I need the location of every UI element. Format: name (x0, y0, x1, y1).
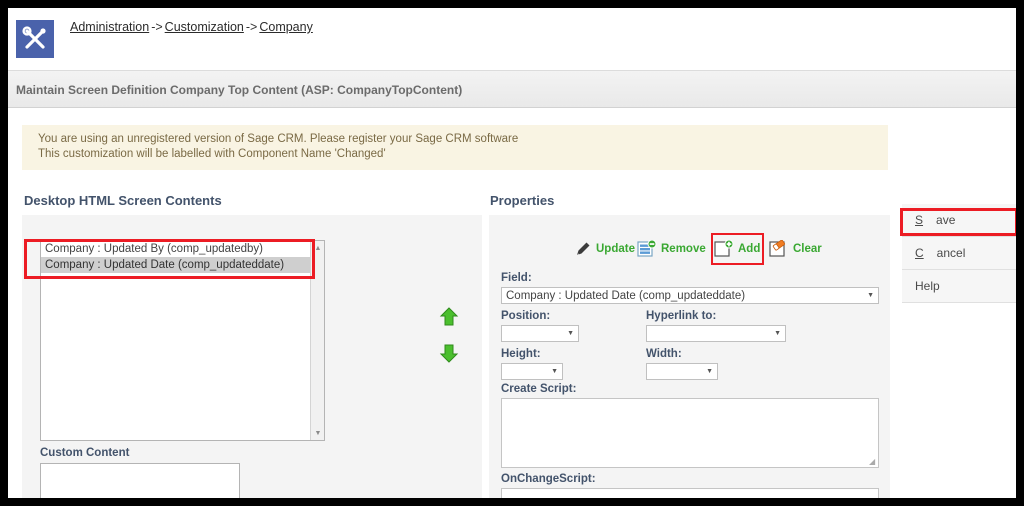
help-label: Help (915, 279, 940, 293)
warning-banner: You are using an unregistered version of… (22, 125, 888, 170)
page-header: Administration -> Customization -> Company (8, 8, 1016, 70)
cancel-label: Cancel (915, 246, 966, 260)
chevron-down-icon: ▼ (774, 330, 781, 337)
field-select-value: Company : Updated Date (comp_updateddate… (506, 289, 746, 302)
onchange-script-textarea[interactable] (501, 488, 879, 498)
field-label: Field: (501, 272, 532, 284)
height-label: Height: (501, 348, 541, 360)
scroll-up-icon[interactable]: ▲ (311, 241, 324, 255)
warning-line-2: This customization will be labelled with… (38, 148, 386, 160)
help-button[interactable]: Help (902, 270, 1016, 303)
add-button[interactable]: Add (714, 236, 760, 262)
custom-content-label: Custom Content (40, 447, 130, 459)
breadcrumb-separator-2: -> (245, 20, 258, 34)
app-window: Administration -> Customization -> Company M… (8, 8, 1016, 498)
update-button[interactable]: Update (574, 236, 635, 262)
properties-toolbar: Update Remove Add Clear (489, 233, 890, 267)
breadcrumb: Administration -> Customization -> Company (70, 20, 313, 34)
warning-line-1: You are using an unregistered version of… (38, 133, 519, 145)
screen-title: Maintain Screen Definition Company Top C… (16, 83, 463, 97)
chevron-down-icon: ▼ (706, 368, 713, 375)
height-select[interactable]: ▼ (501, 363, 563, 380)
resize-grip-icon[interactable]: ◢ (869, 458, 877, 466)
cancel-button[interactable]: Cancel (902, 237, 1016, 270)
width-select[interactable]: ▼ (646, 363, 718, 380)
remove-button[interactable]: Remove (637, 236, 706, 262)
arrow-down-icon[interactable] (438, 342, 460, 364)
eraser-icon (769, 240, 786, 257)
hyperlink-label: Hyperlink to: (646, 310, 717, 322)
clear-label: Clear (793, 243, 822, 255)
chevron-down-icon: ▼ (551, 368, 558, 375)
onchange-script-label: OnChangeScript: (501, 473, 596, 485)
hyperlink-select[interactable]: ▼ (646, 325, 786, 342)
add-label: Add (738, 243, 761, 255)
scroll-down-icon[interactable]: ▼ (311, 426, 324, 440)
update-label: Update (596, 243, 635, 255)
create-script-label: Create Script: (501, 383, 577, 395)
arrow-up-icon[interactable] (438, 306, 460, 328)
action-sidebar: Save Cancel Help (902, 204, 1016, 303)
pencil-icon (577, 242, 590, 255)
breadcrumb-separator-1: -> (151, 20, 163, 34)
field-select[interactable]: Company : Updated Date (comp_updateddate… (501, 287, 879, 304)
position-select[interactable]: ▼ (501, 325, 579, 342)
width-label: Width: (646, 348, 682, 360)
list-item[interactable]: Company : Updated Date (comp_updateddate… (41, 257, 324, 273)
chevron-down-icon: ▼ (867, 292, 874, 299)
clear-button[interactable]: Clear (769, 236, 822, 262)
properties-panel: Update Remove Add Clear Field: Company:… (489, 215, 890, 498)
breadcrumb-item-company[interactable]: Company (259, 20, 313, 34)
breadcrumb-item-customization[interactable]: Customization (165, 20, 244, 34)
remove-label: Remove (661, 243, 706, 255)
position-label: Position: (501, 310, 551, 322)
screen-contents-panel: Company : Updated By (comp_updatedby) Co… (22, 215, 482, 498)
create-script-textarea[interactable]: ◢ (501, 398, 879, 468)
list-item[interactable]: Company : Updated By (comp_updatedby) (41, 241, 324, 257)
left-panel-heading: Desktop HTML Screen Contents (24, 193, 222, 208)
save-button[interactable]: Save (902, 204, 1016, 237)
tools-icon (16, 20, 54, 58)
list-minus-icon (637, 240, 657, 257)
screen-title-bar: Maintain Screen Definition Company Top C… (8, 70, 1016, 108)
screen-contents-listbox[interactable]: Company : Updated By (comp_updatedby) Co… (40, 240, 325, 441)
page-plus-icon (714, 240, 734, 257)
listbox-scrollbar[interactable]: ▲ ▼ (310, 241, 324, 440)
save-label: Save (915, 213, 956, 227)
right-panel-heading: Properties (490, 193, 555, 208)
breadcrumb-item-administration[interactable]: Administration (70, 20, 149, 34)
custom-content-input[interactable] (40, 463, 240, 498)
chevron-down-icon: ▼ (567, 330, 574, 337)
